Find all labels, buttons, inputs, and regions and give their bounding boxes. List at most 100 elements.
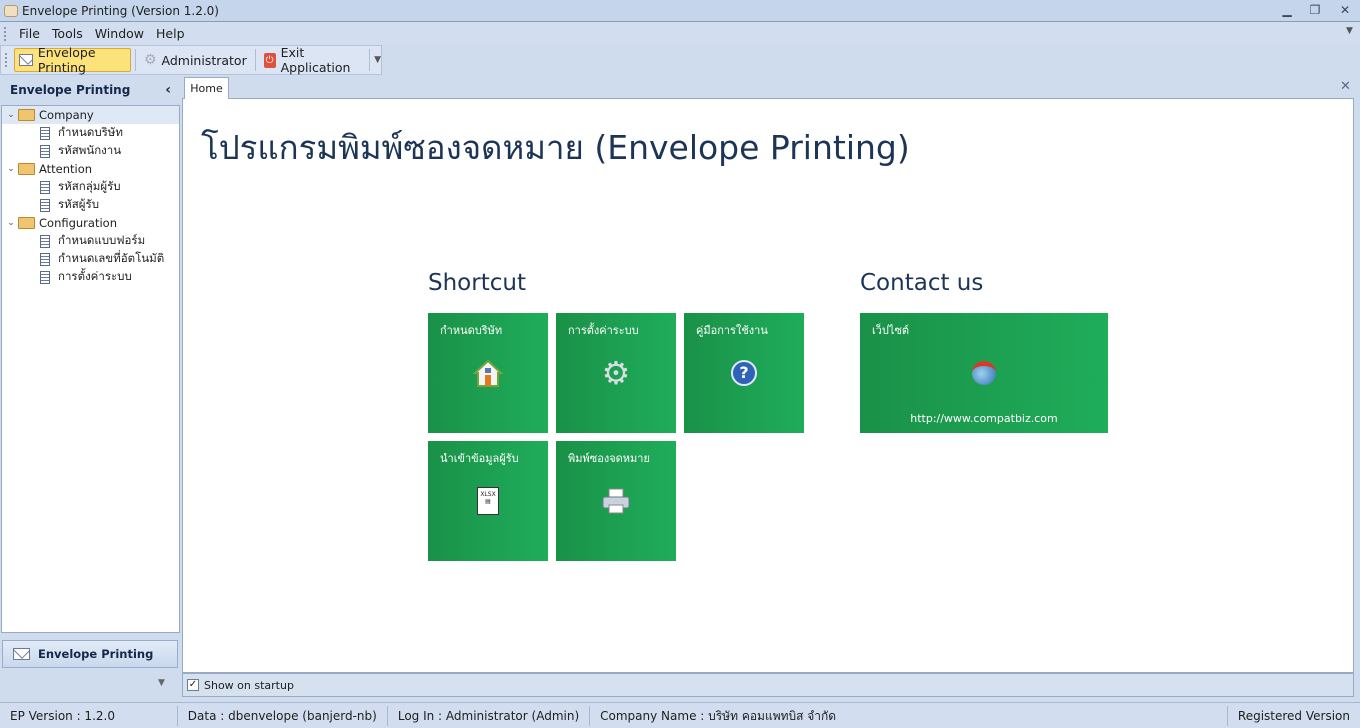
tree-item-label: การตั้งค่าระบบ [58,269,132,283]
status-company: Company Name : บริษัท คอมแพทบิส จำกัด [590,705,1228,726]
tile-label: นำเข้าข้อมูลผู้รับ [440,452,519,465]
tab-home[interactable]: Home [184,77,229,99]
toolbar-grip[interactable] [5,53,8,67]
minimize-button[interactable]: ▁ [1278,3,1296,19]
restore-button[interactable]: ❐ [1306,3,1324,19]
website-tile[interactable]: เว็ปไซต์ http://www.compatbiz.com [860,313,1108,433]
toolbar-separator [254,49,256,71]
tree-item[interactable]: รหัสผู้รับ [2,196,179,214]
toolbar-separator [135,49,136,71]
folder-icon [18,217,35,229]
group-label: Company [39,108,94,122]
close-tab-icon[interactable]: ✕ [1340,79,1351,94]
menu-grip[interactable] [4,26,7,41]
administrator-button[interactable]: ⚙ Administrator [140,48,251,72]
shortcut-heading: Shortcut [428,270,526,296]
printer-icon [600,485,632,517]
tile-label: คู่มือการใช้งาน [696,324,768,337]
envelope-printing-label: Envelope Printing [37,45,96,75]
page-title: โปรแกรมพิมพ์ซองจดหมาย (Envelope Printing… [201,128,910,167]
show-on-startup-checkbox[interactable]: ✓ [187,679,199,691]
tree-group-attention[interactable]: ⌄ Attention [2,160,179,178]
toolbar-dropdown-icon[interactable]: ▼ [374,55,381,65]
help-icon: ? [728,357,760,389]
tree-item-label: รหัสกลุ่มผู้รับ [58,179,121,193]
home-page: โปรแกรมพิมพ์ซองจดหมาย (Envelope Printing… [182,98,1354,673]
tile-label: พิมพ์ซองจดหมาย [568,452,650,465]
tree-item-label: กำหนดแบบฟอร์ม [58,233,146,247]
tree-item[interactable]: การตั้งค่าระบบ [2,268,179,286]
status-version: EP Version : 1.2.0 [0,705,178,726]
nav-button-label: Envelope Printing [38,647,154,661]
document-icon [40,144,50,158]
app-envelope-icon [4,4,18,17]
navigation-panel: Envelope Printing ‹ ⌄ Company กำหนดบริษัท … [0,76,181,700]
tree-item[interactable]: รหัสกลุ่มผู้รับ [2,178,179,196]
menu-overflow-icon[interactable]: ▼ [1346,26,1353,36]
status-bar: EP Version : 1.2.0 Data : dbenvelope (ba… [0,702,1360,728]
tile-label: เว็ปไซต์ [872,324,910,337]
tree-item[interactable]: รหัสพนักงาน [2,142,179,160]
envelope-icon [13,648,30,660]
shortcut-settings-tile[interactable]: การตั้งค่าระบบ ⚙ [556,313,676,433]
admin-icon: ⚙ [143,52,157,68]
panel-header: Envelope Printing ‹ [0,76,181,104]
close-button[interactable]: ✕ [1336,3,1354,19]
website-url[interactable]: http://www.compatbiz.com [860,412,1108,425]
envelope-icon [18,54,33,66]
tree-item[interactable]: กำหนดเลขที่อัตโนมัติ [2,250,179,268]
gear-icon: ⚙ [601,354,631,392]
shortcut-company-tile[interactable]: กำหนดบริษัท [428,313,548,433]
tree-group-company[interactable]: ⌄ Company [2,106,179,124]
navigation-tree: ⌄ Company กำหนดบริษัท รหัสพนักงาน ⌄ Attent… [1,105,180,633]
document-icon [40,252,50,266]
contact-heading: Contact us [860,270,984,296]
toolbar-separator [369,49,371,71]
document-icon [40,270,50,284]
group-label: Attention [39,162,93,176]
group-label: Configuration [39,216,117,230]
menu-window[interactable]: Window [89,26,150,41]
chevron-down-icon[interactable]: ⌄ [4,110,18,120]
globe-icon [968,357,1000,389]
tree-item[interactable]: กำหนดแบบฟอร์ม [2,232,179,250]
tile-label: การตั้งค่าระบบ [568,324,639,337]
panel-title: Envelope Printing [10,83,131,97]
exit-application-button[interactable]: ⏻ Exit Application [260,45,364,75]
menu-help[interactable]: Help [150,26,191,41]
chevron-down-icon[interactable]: ⌄ [4,218,18,228]
house-icon [472,357,504,389]
document-icon [40,234,50,248]
envelope-printing-button[interactable]: Envelope Printing [13,45,132,75]
administrator-label: Administrator [161,52,247,68]
tile-label: กำหนดบริษัท [440,324,503,337]
menu-tools[interactable]: Tools [46,26,89,41]
tree-item-label: กำหนดบริษัท [58,125,123,139]
shortcut-import-tile[interactable]: นำเข้าข้อมูลผู้รับ XLSX ▤ [428,441,548,561]
shortcut-manual-tile[interactable]: คู่มือการใช้งาน ? [684,313,804,433]
menu-file[interactable]: File [13,26,46,41]
toolbar: Envelope Printing ⚙ Administrator ⏻ Exit A… [0,45,382,75]
document-icon [40,126,50,140]
folder-icon [18,109,35,121]
envelope-printing-nav-button[interactable]: Envelope Printing [2,640,178,668]
shortcut-print-tile[interactable]: พิมพ์ซองจดหมาย [556,441,676,561]
tree-item-label: รหัสผู้รับ [58,197,99,211]
folder-icon [18,163,35,175]
status-data: Data : dbenvelope (banjerd-nb) [178,705,388,726]
power-icon: ⏻ [263,52,276,68]
document-icon [40,180,50,194]
startup-bar: ✓ Show on startup [182,673,1354,697]
menu-bar: File Tools Window Help ▼ [0,22,1360,45]
chevron-down-icon[interactable]: ⌄ [4,164,18,174]
tree-item[interactable]: กำหนดบริษัท [2,124,179,142]
collapse-panel-icon[interactable]: ‹ [165,82,171,98]
tree-group-configuration[interactable]: ⌄ Configuration [2,214,179,232]
tree-item-label: รหัสพนักงาน [58,143,122,157]
nav-options-icon[interactable]: ▼ [158,678,165,688]
tree-item-label: กำหนดเลขที่อัตโนมัติ [58,251,165,265]
xlsx-import-icon: XLSX ▤ [472,485,504,517]
exit-label: Exit Application [280,45,351,75]
document-icon [40,198,50,212]
status-login: Log In : Administrator (Admin) [388,705,591,726]
